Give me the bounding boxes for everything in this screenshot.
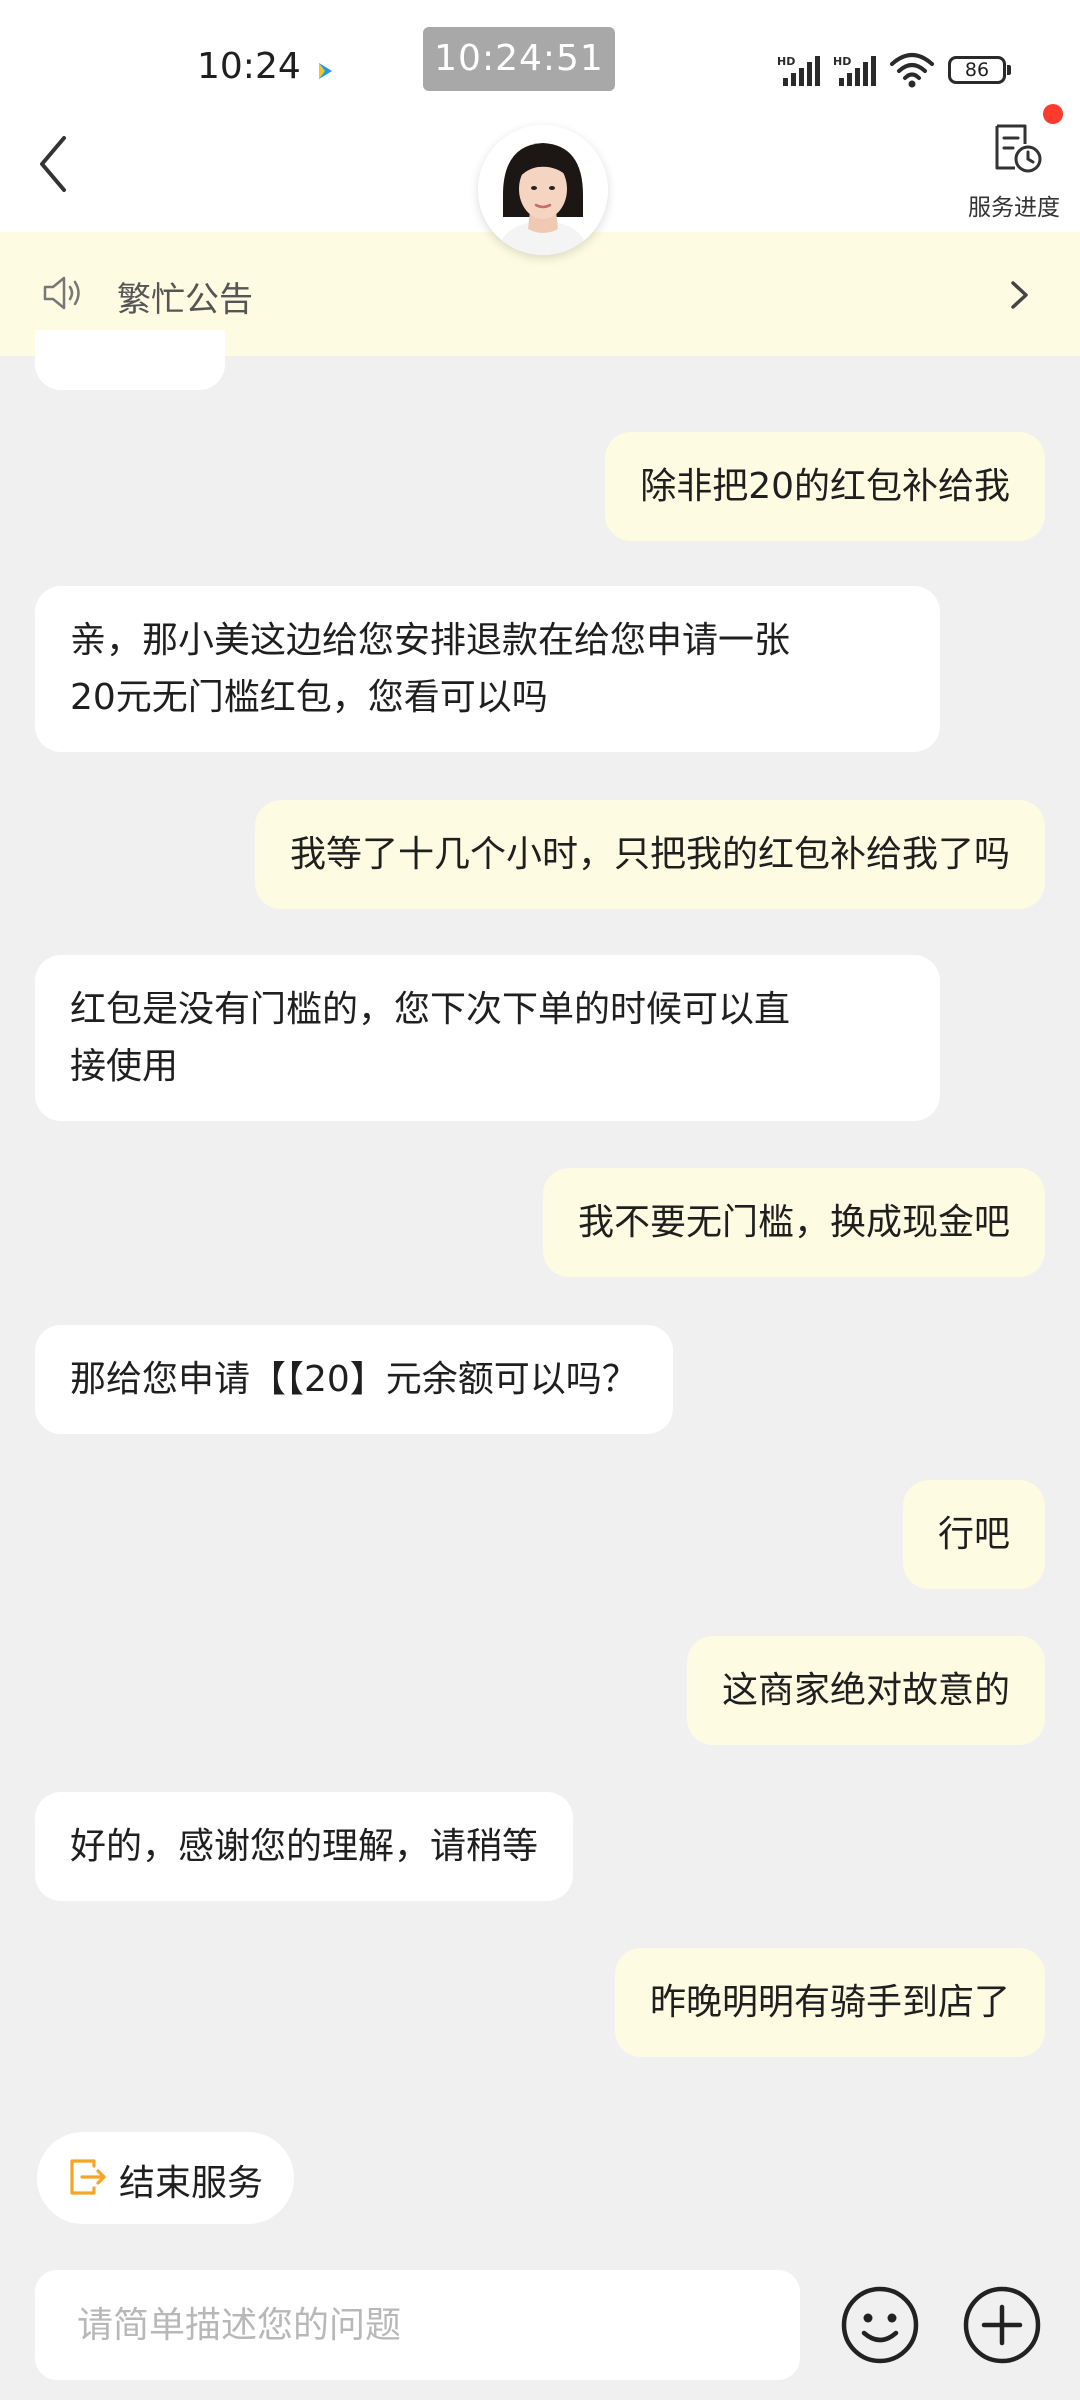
emoji-icon[interactable] — [840, 2285, 920, 2365]
plus-icon[interactable] — [962, 2285, 1042, 2365]
speaker-icon — [43, 276, 80, 310]
app-notification-icon — [319, 63, 332, 79]
back-button[interactable] — [30, 124, 80, 204]
agent-avatar-image — [478, 125, 608, 255]
user-message-bubble[interactable]: 我等了十几个小时，只把我的红包补给我了吗 — [254, 800, 1045, 909]
agent-message-bubble[interactable]: 红包是没有门槛的，您下次下单的时候可以直 接使用 — [35, 955, 940, 1121]
status-bar: 10:24 10:24:51 HD HD 86 — [0, 0, 1080, 104]
agent-avatar[interactable] — [478, 125, 608, 255]
message-text-line: 行吧 — [937, 1514, 1010, 1555]
chevron-right-icon — [1011, 281, 1028, 309]
message-text-line: 好的，感谢您的理解，请稍等 — [70, 1826, 539, 1867]
message-bubble-partial — [35, 330, 225, 390]
message-input[interactable] — [35, 2270, 800, 2380]
service-progress-button[interactable]: 服务进度 — [955, 118, 1073, 221]
end-service-button[interactable]: 结束服务 — [37, 2132, 294, 2224]
agent-message-bubble[interactable]: 亲，那小美这边给您安排退款在给您申请一张 20元无门槛红包，您看可以吗 — [35, 586, 940, 752]
message-text-line: 昨晚明明有骑手到店了 — [649, 1982, 1010, 2023]
notice-text: 繁忙公告 — [117, 280, 253, 320]
user-message-bubble[interactable]: 除非把20的红包补给我 — [605, 432, 1045, 541]
message-text-line: 接使用 — [70, 1046, 179, 1087]
svg-text:HD: HD — [833, 55, 851, 68]
message-text-line: 我等了十几个小时，只把我的红包补给我了吗 — [289, 834, 1010, 875]
document-clock-icon — [995, 124, 1042, 173]
user-message-bubble[interactable]: 行吧 — [902, 1480, 1045, 1589]
battery-indicator: 86 — [948, 56, 1011, 84]
agent-message-bubble[interactable]: 那给您申请【【20】元余额可以吗？ — [35, 1325, 673, 1434]
floating-clock: 10:24:51 — [423, 27, 615, 91]
status-time: 10:24 — [197, 46, 301, 87]
signal-icon: HD — [833, 55, 876, 86]
wifi-icon — [890, 53, 934, 88]
user-message-bubble[interactable]: 我不要无门槛，换成现金吧 — [542, 1168, 1045, 1277]
message-text-line: 我不要无门槛，换成现金吧 — [577, 1202, 1010, 1243]
message-text-line: 那给您申请【【20】元余额可以吗？ — [70, 1359, 638, 1400]
exit-icon — [70, 2159, 106, 2195]
agent-message-bubble[interactable]: 好的，感谢您的理解，请稍等 — [35, 1792, 574, 1901]
message-text-line: 除非把20的红包补给我 — [640, 466, 1010, 507]
end-service-label: 结束服务 — [119, 2163, 264, 2204]
svg-text:HD: HD — [777, 55, 795, 68]
message-text-line: 20元无门槛红包，您看可以吗 — [70, 677, 548, 718]
message-text-line: 这商家绝对故意的 — [721, 1670, 1010, 1711]
message-text-line: 亲，那小美这边给您安排退款在给您申请一张 — [70, 620, 791, 661]
user-message-bubble[interactable]: 这商家绝对故意的 — [686, 1636, 1045, 1745]
user-message-bubble[interactable]: 昨晚明明有骑手到店了 — [614, 1948, 1045, 2057]
signal-icon: HD — [777, 55, 820, 86]
notification-badge — [1043, 104, 1063, 124]
message-text-line: 红包是没有门槛的，您下次下单的时候可以直 — [70, 989, 791, 1030]
service-progress-label: 服务进度 — [968, 195, 1060, 221]
